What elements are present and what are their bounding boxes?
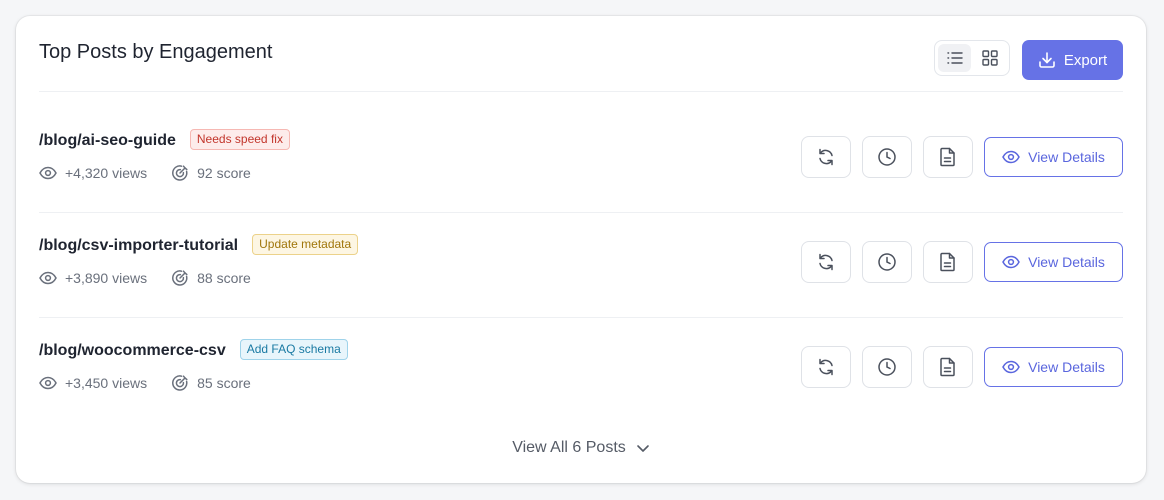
clock-icon	[877, 252, 897, 272]
view-all-label: View All 6 Posts	[512, 439, 626, 456]
post-path-row: /blog/woocommerce-csv Add FAQ schema	[39, 339, 348, 361]
export-button[interactable]: Export	[1022, 40, 1123, 80]
history-button[interactable]	[862, 241, 912, 283]
score-stat: 88 score	[171, 269, 251, 287]
views-stat: +4,320 views	[39, 164, 147, 182]
view-details-label: View Details	[1028, 149, 1105, 165]
history-button[interactable]	[862, 136, 912, 178]
eye-icon	[39, 166, 57, 180]
status-badge: Update metadata	[252, 234, 359, 255]
eye-icon	[1002, 150, 1020, 164]
card-title: Top Posts by Engagement	[39, 41, 273, 63]
score-value: 92 score	[197, 165, 251, 181]
eye-icon	[1002, 360, 1020, 374]
clock-icon	[877, 147, 897, 167]
report-button[interactable]	[923, 346, 973, 388]
post-stats: +4,320 views 92 score	[39, 164, 275, 182]
view-details-button[interactable]: View Details	[984, 242, 1123, 282]
views-count: +3,450 views	[65, 375, 148, 391]
refresh-button[interactable]	[801, 136, 851, 178]
view-all-posts-link[interactable]: View All 6 Posts	[16, 439, 1146, 457]
eye-icon	[1002, 255, 1020, 269]
history-button[interactable]	[862, 346, 912, 388]
view-details-label: View Details	[1028, 254, 1105, 270]
post-path-row: /blog/ai-seo-guide Needs speed fix	[39, 129, 290, 151]
views-count: +3,890 views	[65, 270, 148, 286]
document-icon	[939, 147, 957, 167]
list-icon	[946, 51, 963, 65]
post-stats: +3,450 views 85 score	[39, 374, 275, 392]
list-item: /blog/ai-seo-guide Needs speed fix +4,320…	[39, 108, 1123, 213]
clock-icon	[877, 357, 897, 377]
refresh-button[interactable]	[801, 346, 851, 388]
post-path[interactable]: /blog/woocommerce-csv	[39, 342, 226, 359]
row-actions: View Details	[801, 136, 1123, 178]
post-path-row: /blog/csv-importer-tutorial Update metada…	[39, 234, 359, 256]
list-item: /blog/csv-importer-tutorial Update metada…	[39, 213, 1123, 318]
list-item: /blog/woocommerce-csv Add FAQ schema +3,4…	[39, 318, 1123, 422]
report-button[interactable]	[923, 136, 973, 178]
list-view-button[interactable]	[938, 44, 971, 72]
post-stats: +3,890 views 88 score	[39, 269, 275, 287]
top-posts-card: Top Posts by Engagement Export /blog/ai-…	[16, 16, 1146, 483]
score-value: 85 score	[197, 375, 251, 391]
views-stat: +3,890 views	[39, 269, 147, 287]
refresh-icon	[816, 147, 836, 167]
score-stat: 92 score	[171, 164, 251, 182]
row-actions: View Details	[801, 346, 1123, 388]
card-header: Top Posts by Engagement Export	[39, 40, 1123, 92]
score-stat: 85 score	[171, 374, 251, 392]
eye-icon	[39, 271, 57, 285]
views-stat: +3,450 views	[39, 374, 147, 392]
chevron-down-icon	[636, 444, 650, 453]
view-details-button[interactable]: View Details	[984, 137, 1123, 177]
export-label: Export	[1063, 51, 1108, 69]
grid-view-button[interactable]	[973, 44, 1006, 72]
refresh-icon	[816, 357, 836, 377]
target-icon	[171, 164, 189, 182]
refresh-icon	[816, 252, 836, 272]
status-badge: Needs speed fix	[189, 129, 290, 150]
document-icon	[939, 357, 957, 377]
post-path[interactable]: /blog/csv-importer-tutorial	[39, 237, 238, 254]
score-value: 88 score	[197, 270, 251, 286]
eye-icon	[39, 376, 57, 390]
download-icon	[1038, 51, 1056, 69]
post-path[interactable]: /blog/ai-seo-guide	[39, 132, 176, 149]
view-details-label: View Details	[1028, 359, 1105, 375]
row-actions: View Details	[801, 241, 1123, 283]
document-icon	[939, 252, 957, 272]
posts-list: /blog/ai-seo-guide Needs speed fix +4,320…	[39, 108, 1123, 422]
grid-icon	[981, 50, 998, 66]
view-details-button[interactable]: View Details	[984, 347, 1123, 387]
report-button[interactable]	[923, 241, 973, 283]
status-badge: Add FAQ schema	[239, 339, 348, 360]
refresh-button[interactable]	[801, 241, 851, 283]
views-count: +4,320 views	[65, 165, 148, 181]
target-icon	[171, 269, 189, 287]
view-toggle	[934, 40, 1010, 76]
target-icon	[171, 374, 189, 392]
